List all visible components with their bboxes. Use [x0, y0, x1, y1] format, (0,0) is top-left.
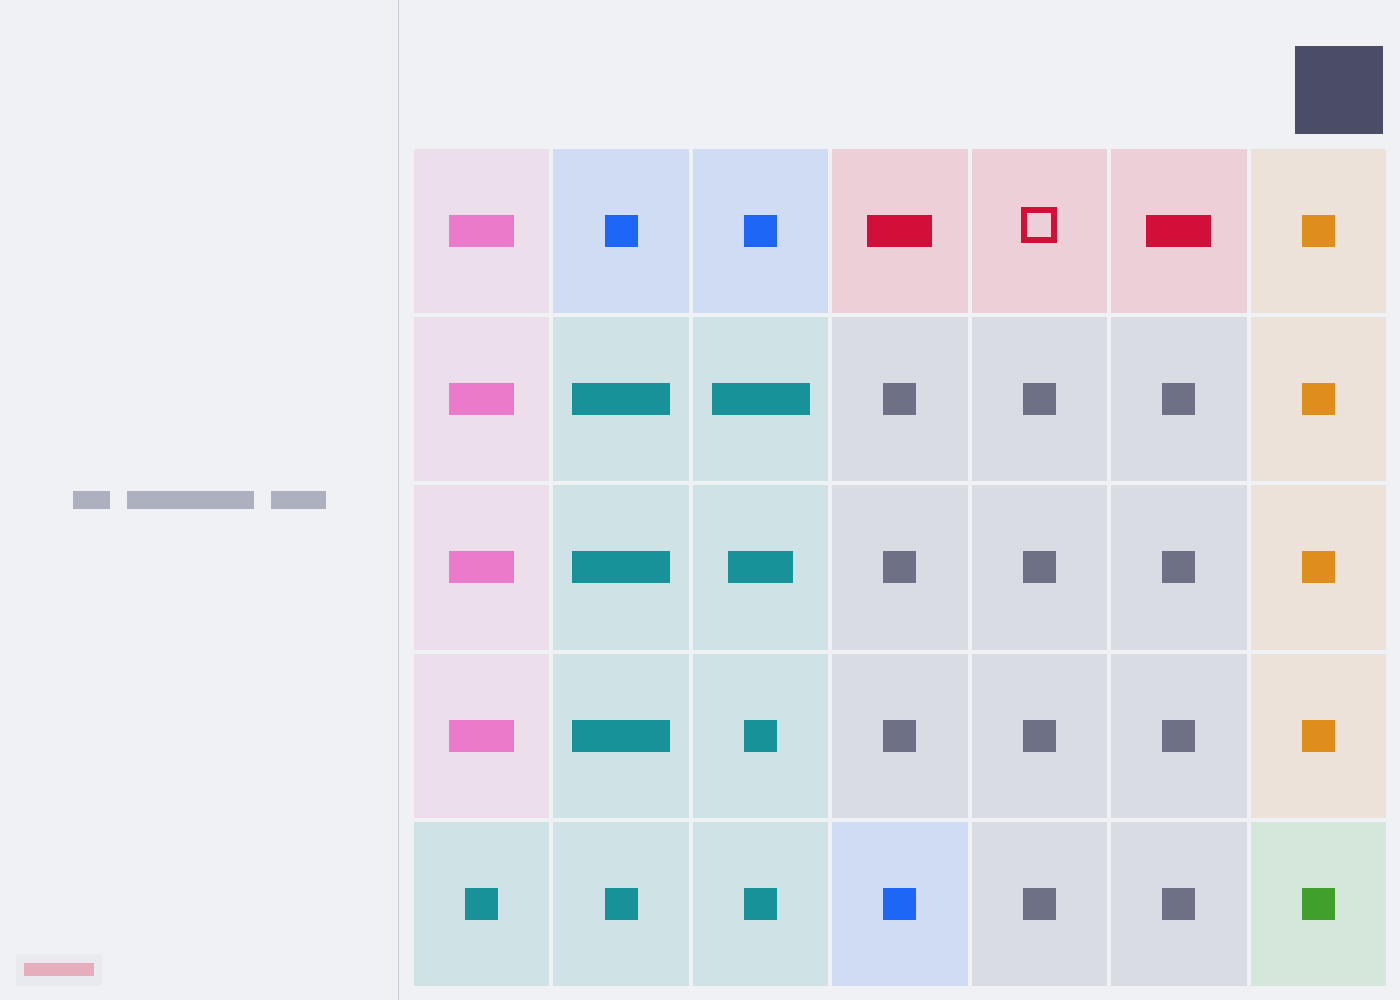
side-panel — [0, 0, 399, 1000]
board-cell[interactable] — [553, 149, 689, 314]
board-cell[interactable] — [1250, 317, 1386, 482]
game-app — [0, 0, 1400, 1000]
board-cell[interactable] — [414, 317, 550, 482]
blue-block-piece[interactable] — [604, 215, 638, 248]
placeholder-word — [271, 491, 326, 509]
gray-block-piece[interactable] — [1022, 551, 1056, 584]
gray-block-piece[interactable] — [1162, 887, 1196, 920]
gray-block-piece[interactable] — [883, 719, 917, 752]
board-cell[interactable] — [553, 653, 689, 818]
board-cell[interactable] — [832, 821, 968, 986]
board-cell[interactable] — [414, 821, 550, 986]
pink-block-piece[interactable] — [449, 383, 515, 416]
board-cell[interactable] — [553, 821, 689, 986]
board-cell[interactable] — [1111, 317, 1247, 482]
corner-tile[interactable] — [1295, 46, 1383, 134]
board-cell[interactable] — [971, 317, 1108, 482]
board-cell[interactable] — [692, 149, 829, 314]
board-cell[interactable] — [1250, 485, 1386, 650]
teal-block-piece[interactable] — [604, 887, 638, 920]
board-cell[interactable] — [692, 485, 829, 650]
board-cell[interactable] — [1111, 653, 1247, 818]
teal-block-piece[interactable] — [744, 887, 778, 920]
gray-block-piece[interactable] — [1162, 383, 1196, 416]
gray-block-piece[interactable] — [883, 383, 917, 416]
status-pill-placeholder — [24, 963, 94, 976]
teal-block-piece[interactable] — [572, 719, 671, 752]
orange-block-piece[interactable] — [1301, 551, 1335, 584]
orange-block-piece[interactable] — [1301, 719, 1335, 752]
ring-piece[interactable] — [1021, 207, 1058, 244]
board-cell[interactable] — [971, 653, 1108, 818]
board-cell[interactable] — [1250, 149, 1386, 314]
teal-block-piece[interactable] — [711, 383, 810, 416]
blue-block-piece[interactable] — [744, 215, 778, 248]
board-cell[interactable] — [971, 821, 1108, 986]
teal-block-piece[interactable] — [465, 887, 499, 920]
teal-block-piece[interactable] — [572, 383, 671, 416]
gray-block-piece[interactable] — [1162, 551, 1196, 584]
loading-text-placeholder — [73, 491, 326, 509]
board-cell[interactable] — [1111, 485, 1247, 650]
teal-block-piece[interactable] — [572, 551, 671, 584]
board-cell[interactable] — [414, 149, 550, 314]
gray-block-piece[interactable] — [1022, 887, 1056, 920]
board-cell[interactable] — [692, 821, 829, 986]
gray-block-piece[interactable] — [883, 551, 917, 584]
pink-block-piece[interactable] — [449, 719, 515, 752]
board-cell[interactable] — [832, 149, 968, 314]
pink-block-piece[interactable] — [449, 215, 515, 248]
board-cell[interactable] — [1111, 821, 1247, 986]
board-cell[interactable] — [414, 485, 550, 650]
red-block-piece[interactable] — [867, 215, 933, 248]
board-cell[interactable] — [692, 317, 829, 482]
teal-block-piece[interactable] — [728, 551, 794, 584]
board-cell[interactable] — [832, 317, 968, 482]
board-cell[interactable] — [1111, 149, 1247, 314]
placeholder-word — [127, 491, 254, 509]
pink-block-piece[interactable] — [449, 551, 515, 584]
green-block-piece[interactable] — [1301, 887, 1335, 920]
gray-block-piece[interactable] — [1022, 383, 1056, 416]
board-cell[interactable] — [971, 485, 1108, 650]
board-cell[interactable] — [692, 653, 829, 818]
game-board — [414, 149, 1386, 986]
board-cell[interactable] — [971, 149, 1108, 314]
board-cell[interactable] — [832, 485, 968, 650]
orange-block-piece[interactable] — [1301, 215, 1335, 248]
red-block-piece[interactable] — [1146, 215, 1212, 248]
board-cell[interactable] — [1250, 653, 1386, 818]
board-cell[interactable] — [832, 653, 968, 818]
blue-block-piece[interactable] — [883, 887, 917, 920]
board-cell[interactable] — [414, 653, 550, 818]
board-cell[interactable] — [553, 317, 689, 482]
status-pill[interactable] — [16, 954, 102, 986]
gray-block-piece[interactable] — [1022, 719, 1056, 752]
orange-block-piece[interactable] — [1301, 383, 1335, 416]
gray-block-piece[interactable] — [1162, 719, 1196, 752]
board-cell[interactable] — [553, 485, 689, 650]
teal-block-piece[interactable] — [744, 719, 778, 752]
placeholder-word — [73, 491, 110, 509]
board-cell[interactable] — [1250, 821, 1386, 986]
